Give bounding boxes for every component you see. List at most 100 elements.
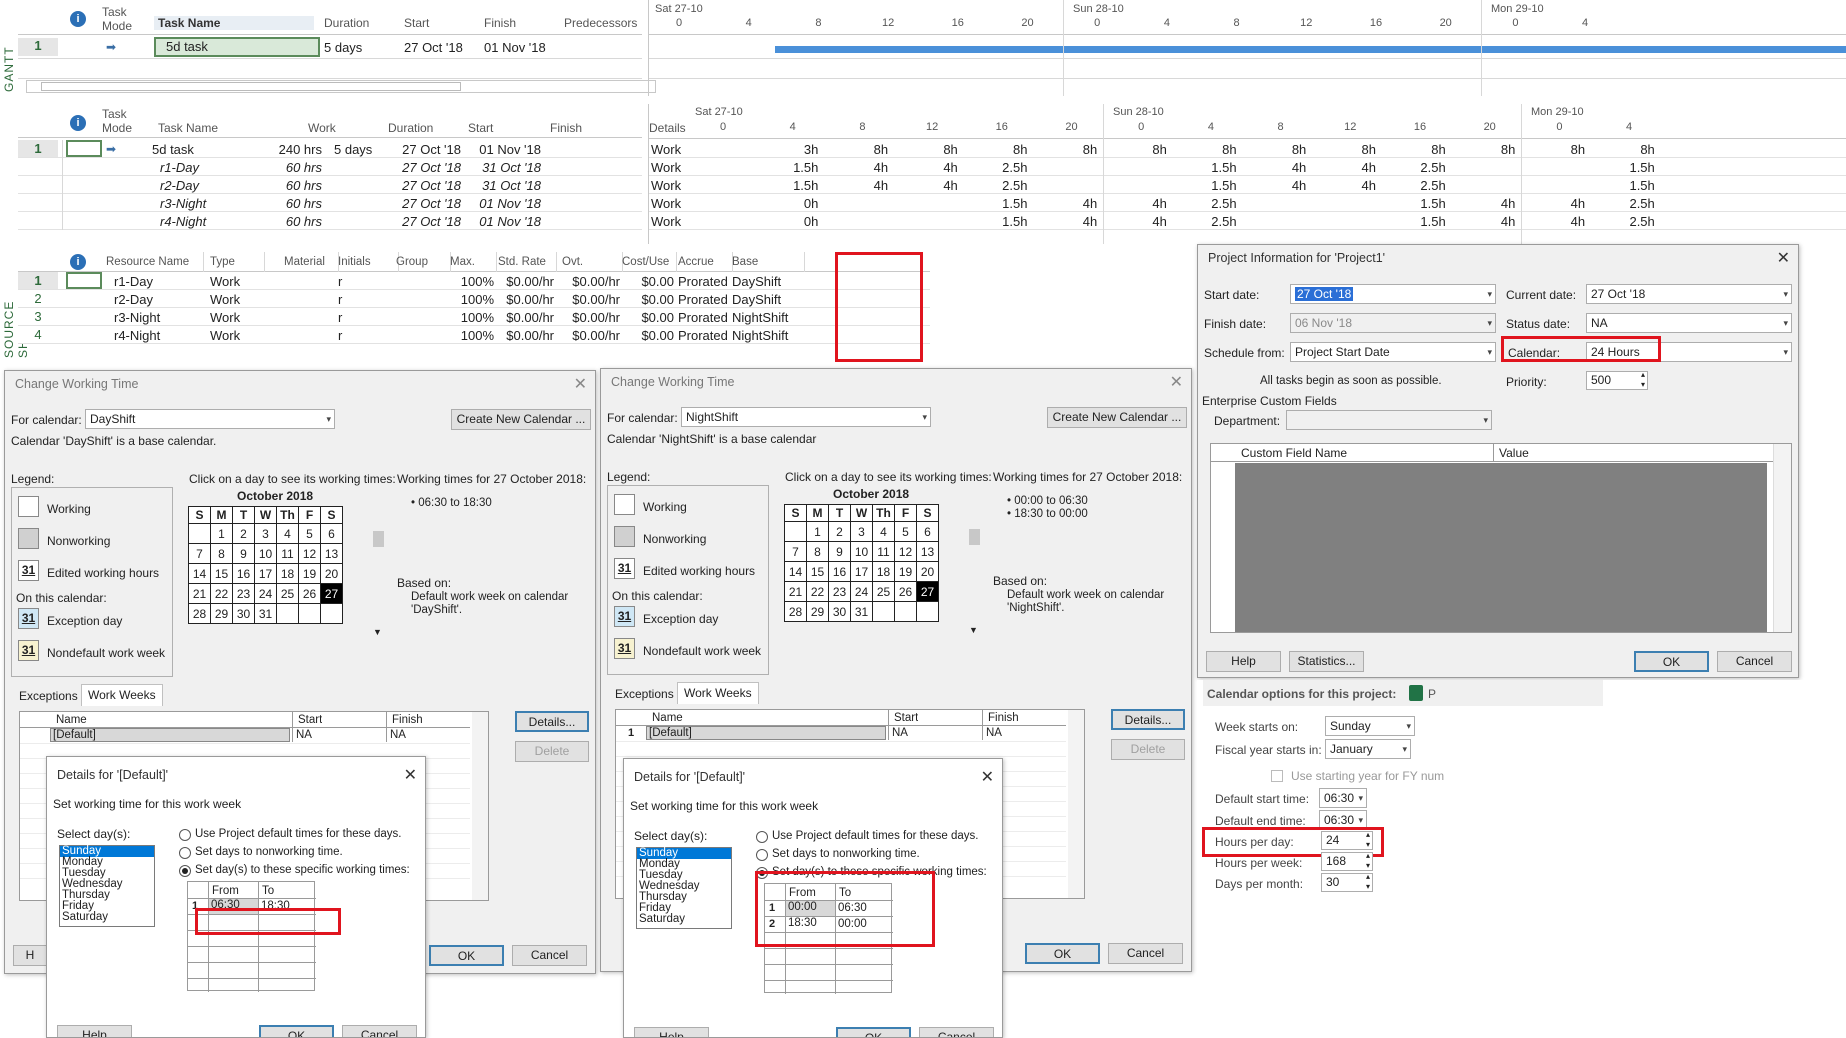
calendar-day[interactable] <box>320 603 343 624</box>
calendar-day[interactable]: 20 <box>916 561 939 582</box>
table-row[interactable]: r3-Night 60 hrs 27 Oct '18 01 Nov '18 <box>18 194 642 212</box>
tab-exceptions[interactable]: Exceptions <box>615 687 674 701</box>
start-date-field[interactable]: 27 Oct '18 ▾ <box>1290 284 1496 304</box>
timephased-value[interactable]: 2.5h <box>1591 196 1654 211</box>
base-cell[interactable]: DayShift <box>732 274 802 289</box>
table-row[interactable]: r4-Night 60 hrs 27 Oct '18 01 Nov '18 <box>18 212 642 230</box>
statistics-button[interactable]: Statistics... <box>1289 651 1364 672</box>
scroll-down-icon[interactable]: ▼ <box>373 627 382 637</box>
finish-cell[interactable]: 31 Oct '18 <box>458 160 541 175</box>
finish-cell[interactable]: 01 Nov '18 <box>484 40 559 55</box>
initials-cell[interactable]: r <box>338 310 396 325</box>
timephased-value[interactable]: 4h <box>824 160 888 175</box>
start-cell[interactable]: 27 Oct '18 <box>404 40 479 55</box>
work-cell[interactable]: 60 hrs <box>258 160 322 175</box>
day-option[interactable]: Saturday <box>60 911 154 923</box>
calendar-day[interactable]: 27 <box>916 581 939 602</box>
calendar-day[interactable]: 15 <box>806 561 829 582</box>
timephased-value[interactable]: 2.5h <box>964 178 1027 193</box>
timephased-value[interactable]: 1.5h <box>755 178 818 193</box>
row-number[interactable]: 1 <box>18 272 58 289</box>
timephased-value[interactable]: 1.5h <box>964 196 1027 211</box>
scroll-thumb[interactable] <box>373 531 384 547</box>
close-icon[interactable]: ✕ <box>981 767 994 787</box>
finish-cell[interactable]: 01 Nov '18 <box>458 142 541 157</box>
timephased-value[interactable]: 8h <box>1591 142 1654 157</box>
timephased-value[interactable]: 4h <box>1521 196 1585 211</box>
table-row[interactable]: 3 r3-Night Work r 100% $0.00/hr $0.00/hr $0.00 P… <box>18 308 930 326</box>
start-cell[interactable]: 27 Oct '18 <box>388 196 461 211</box>
calendar-day[interactable]: 23 <box>828 581 851 602</box>
hours-per-week-stepper[interactable]: 168 ▴ ▾ <box>1321 851 1373 871</box>
calendar-day[interactable]: 5 <box>298 523 321 544</box>
cancel-button[interactable]: Cancel <box>342 1025 417 1037</box>
calendar-day[interactable]: 20 <box>320 563 343 584</box>
calendar-scrollbar[interactable] <box>371 506 385 640</box>
calendar-day[interactable]: 7 <box>784 541 807 562</box>
close-icon[interactable]: ✕ <box>404 765 417 785</box>
help-button[interactable]: Help <box>57 1025 132 1037</box>
col-std[interactable]: Std. Rate <box>498 256 554 268</box>
std-cell[interactable]: $0.00/hr <box>498 292 554 307</box>
day-option[interactable]: Saturday <box>637 913 731 925</box>
calendar-day[interactable]: 14 <box>784 561 807 582</box>
calendar-day[interactable]: 15 <box>210 563 233 584</box>
base-cell[interactable]: NightShift <box>732 328 802 343</box>
row-number[interactable]: 2 <box>18 290 58 307</box>
calendar-day[interactable]: 16 <box>232 563 255 584</box>
calendar-day[interactable]: 28 <box>784 601 807 622</box>
start-cell[interactable]: 27 Oct '18 <box>388 142 461 157</box>
type-cell[interactable]: Work <box>210 292 262 307</box>
calendar-day[interactable] <box>872 601 895 622</box>
name-cell[interactable]: r2-Day <box>114 292 209 307</box>
accrue-cell[interactable]: Prorated <box>678 328 730 343</box>
timephased-value[interactable]: 4h <box>894 160 957 175</box>
current-date-field[interactable]: 27 Oct '18 ▾ <box>1586 284 1792 304</box>
cost-cell[interactable]: $0.00 <box>622 310 674 325</box>
help-button[interactable]: H <box>13 945 47 966</box>
calendar-day[interactable]: 18 <box>276 563 299 584</box>
scrollbar[interactable] <box>1773 444 1791 632</box>
priority-stepper[interactable]: 500 ▴ ▾ <box>1586 370 1648 390</box>
name-cell[interactable]: r1-Day <box>114 274 209 289</box>
timephased-value[interactable]: 2.5h <box>1382 178 1445 193</box>
max-cell[interactable]: 100% <box>450 292 494 307</box>
calendar-day[interactable]: 19 <box>298 563 321 584</box>
calendar-day[interactable]: 22 <box>806 581 829 602</box>
calendar-day[interactable] <box>916 601 939 622</box>
col-type[interactable]: Type <box>210 256 262 268</box>
fiscal-year-select[interactable]: January ▾ <box>1325 739 1411 759</box>
table-row[interactable]: r2-Day 60 hrs 27 Oct '18 31 Oct '18 <box>18 176 642 194</box>
create-new-calendar-button[interactable]: Create New Calendar ... <box>1047 407 1187 428</box>
close-icon[interactable]: ✕ <box>1777 248 1790 268</box>
finish-cell[interactable]: 31 Oct '18 <box>458 178 541 193</box>
calendar-day[interactable]: 21 <box>784 581 807 602</box>
gantt-bar[interactable] <box>775 46 1846 53</box>
tab-work-weeks[interactable]: Work Weeks <box>81 684 163 706</box>
calendar-day[interactable]: 26 <box>894 581 917 602</box>
calendar-day[interactable]: 8 <box>210 543 233 564</box>
timephased-value[interactable]: 2.5h <box>1173 214 1236 229</box>
base-cell[interactable]: DayShift <box>732 292 802 307</box>
table-row[interactable]: 2 r2-Day Work r 100% $0.00/hr $0.00/hr $0.00 Pro… <box>18 290 930 308</box>
default-start-select[interactable]: 06:30 ▾ <box>1319 788 1367 808</box>
type-cell[interactable]: Work <box>210 310 262 325</box>
col-predecessors[interactable]: Predecessors <box>564 16 644 30</box>
calendar-day[interactable]: 3 <box>850 521 873 542</box>
cancel-button[interactable]: Cancel <box>512 945 587 966</box>
calendar-day[interactable]: 28 <box>188 603 211 624</box>
timephased-value[interactable]: 1.5h <box>1591 178 1654 193</box>
calendar-day[interactable]: 11 <box>276 543 299 564</box>
details-button[interactable]: Details... <box>1111 709 1185 730</box>
cancel-button[interactable]: Cancel <box>919 1027 994 1037</box>
timephased-value[interactable]: 1.5h <box>964 214 1027 229</box>
calendar-day[interactable]: 26 <box>298 583 321 604</box>
calendar-day[interactable]: 29 <box>806 601 829 622</box>
timephased-value[interactable]: 4h <box>1312 160 1376 175</box>
radio-opt3[interactable] <box>179 865 191 877</box>
timephased-value[interactable]: 1.5h <box>1382 214 1445 229</box>
timephased-value[interactable]: 8h <box>1382 142 1445 157</box>
col-work[interactable]: Work <box>308 121 378 135</box>
default-week-finish[interactable]: NA <box>986 727 1002 739</box>
close-icon[interactable]: ✕ <box>1170 372 1183 392</box>
